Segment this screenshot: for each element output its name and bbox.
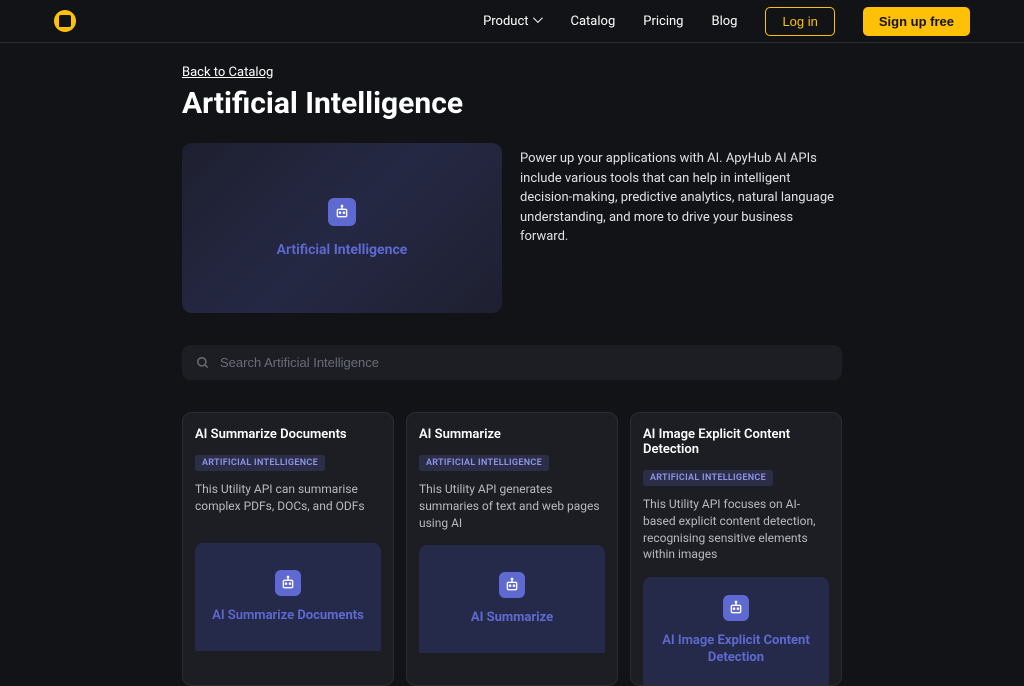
card-thumbnail: AI Summarize [419, 545, 605, 653]
nav-product[interactable]: Product [483, 14, 542, 29]
hero-card-title: Artificial Intelligence [277, 242, 408, 258]
card-title: AI Image Explicit Content Detection [643, 427, 829, 457]
nav-catalog[interactable]: Catalog [571, 14, 616, 29]
navbar: Product Catalog Pricing Blog Log in Sign… [0, 0, 1024, 43]
card-description: This Utility API generates summaries of … [419, 481, 605, 531]
nav-right: Product Catalog Pricing Blog Log in Sign… [483, 7, 970, 36]
api-card[interactable]: AI Summarize Documents ARTIFICIAL INTELL… [182, 412, 394, 686]
card-tag: ARTIFICIAL INTELLIGENCE [643, 470, 773, 486]
logo[interactable] [54, 10, 76, 32]
card-thumb-title: AI Summarize [471, 610, 553, 627]
card-thumb-title: AI Image Explicit Content Detection [655, 633, 817, 667]
card-tag: ARTIFICIAL INTELLIGENCE [195, 455, 325, 471]
robot-icon [499, 572, 525, 598]
card-thumbnail: AI Image Explicit Content Detection [643, 577, 829, 685]
hero-card: Artificial Intelligence [182, 143, 502, 313]
card-description: This Utility API can summarise complex P… [195, 481, 381, 529]
nav-blog[interactable]: Blog [711, 14, 737, 29]
search-bar[interactable] [182, 345, 842, 380]
api-card[interactable]: AI Image Explicit Content Detection ARTI… [630, 412, 842, 686]
robot-icon [723, 595, 749, 621]
card-title: AI Summarize Documents [195, 427, 381, 442]
hero-description: Power up your applications with AI. ApyH… [520, 143, 842, 313]
chevron-down-icon [533, 16, 543, 26]
api-card[interactable]: AI Summarize ARTIFICIAL INTELLIGENCE Thi… [406, 412, 618, 686]
nav-pricing[interactable]: Pricing [643, 14, 683, 29]
robot-icon [328, 198, 356, 226]
hero-section: Artificial Intelligence Power up your ap… [182, 143, 842, 313]
robot-icon [275, 570, 301, 596]
card-grid: AI Summarize Documents ARTIFICIAL INTELL… [182, 412, 842, 686]
card-thumb-title: AI Summarize Documents [212, 608, 364, 625]
card-thumbnail: AI Summarize Documents [195, 543, 381, 651]
card-description: This Utility API focuses on AI-based exp… [643, 496, 829, 563]
search-icon [196, 356, 210, 370]
card-title: AI Summarize [419, 427, 605, 442]
main-content: Back to Catalog Artificial Intelligence … [0, 43, 1024, 686]
card-tag: ARTIFICIAL INTELLIGENCE [419, 455, 549, 471]
login-button[interactable]: Log in [765, 7, 834, 36]
search-input[interactable] [220, 355, 828, 370]
signup-button[interactable]: Sign up free [863, 7, 970, 36]
nav-product-label: Product [483, 14, 528, 29]
back-to-catalog-link[interactable]: Back to Catalog [182, 65, 273, 80]
page-title: Artificial Intelligence [182, 86, 842, 121]
